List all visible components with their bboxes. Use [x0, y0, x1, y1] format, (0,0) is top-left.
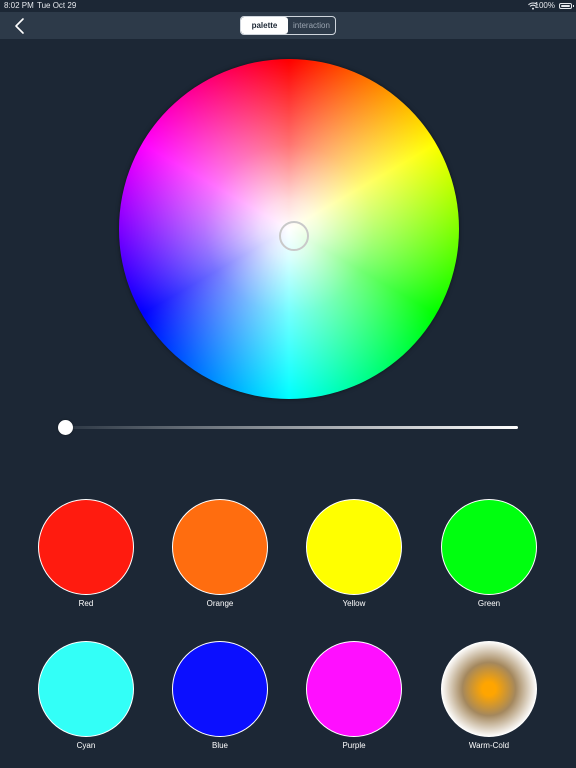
preset-yellow[interactable]: Yellow [306, 499, 402, 608]
back-chevron-icon[interactable] [10, 16, 30, 36]
preset-label: Warm-Cold [468, 741, 510, 750]
preset-green[interactable]: Green [441, 499, 537, 608]
preset-label: Purple [342, 741, 366, 750]
battery-percent: 100% [534, 1, 555, 10]
preset-label: Blue [211, 741, 228, 750]
preset-swatch[interactable] [306, 499, 402, 595]
nav-bar: palette interaction [0, 12, 576, 39]
preset-label: Cyan [76, 741, 96, 750]
tab-interaction[interactable]: interaction [288, 17, 335, 34]
preset-label: Yellow [342, 599, 366, 608]
preset-swatch[interactable] [441, 641, 537, 737]
brightness-slider-track[interactable] [62, 426, 518, 429]
preset-swatch[interactable] [172, 641, 268, 737]
color-wheel-selector[interactable] [279, 221, 309, 251]
preset-swatch[interactable] [38, 499, 134, 595]
preset-swatch[interactable] [38, 641, 134, 737]
preset-label: Orange [206, 599, 234, 608]
preset-orange[interactable]: Orange [172, 499, 268, 608]
brightness-slider-thumb[interactable] [58, 420, 73, 435]
status-date: Tue Oct 29 [37, 1, 77, 10]
preset-swatch[interactable] [306, 641, 402, 737]
mode-segmented-control: palette interaction [240, 16, 336, 35]
status-bar: 8:02 PM Tue Oct 29 100% [0, 0, 576, 12]
preset-red[interactable]: Red [38, 499, 134, 608]
preset-warm-cold[interactable]: Warm-Cold [441, 641, 537, 750]
preset-purple[interactable]: Purple [306, 641, 402, 750]
preset-cyan[interactable]: Cyan [38, 641, 134, 750]
preset-swatch[interactable] [172, 499, 268, 595]
tab-palette[interactable]: palette [241, 17, 288, 34]
preset-swatch[interactable] [441, 499, 537, 595]
battery-icon [559, 3, 574, 9]
preset-blue[interactable]: Blue [172, 641, 268, 750]
status-time: 8:02 PM [4, 1, 34, 10]
preset-label: Red [78, 599, 94, 608]
preset-label: Green [477, 599, 501, 608]
